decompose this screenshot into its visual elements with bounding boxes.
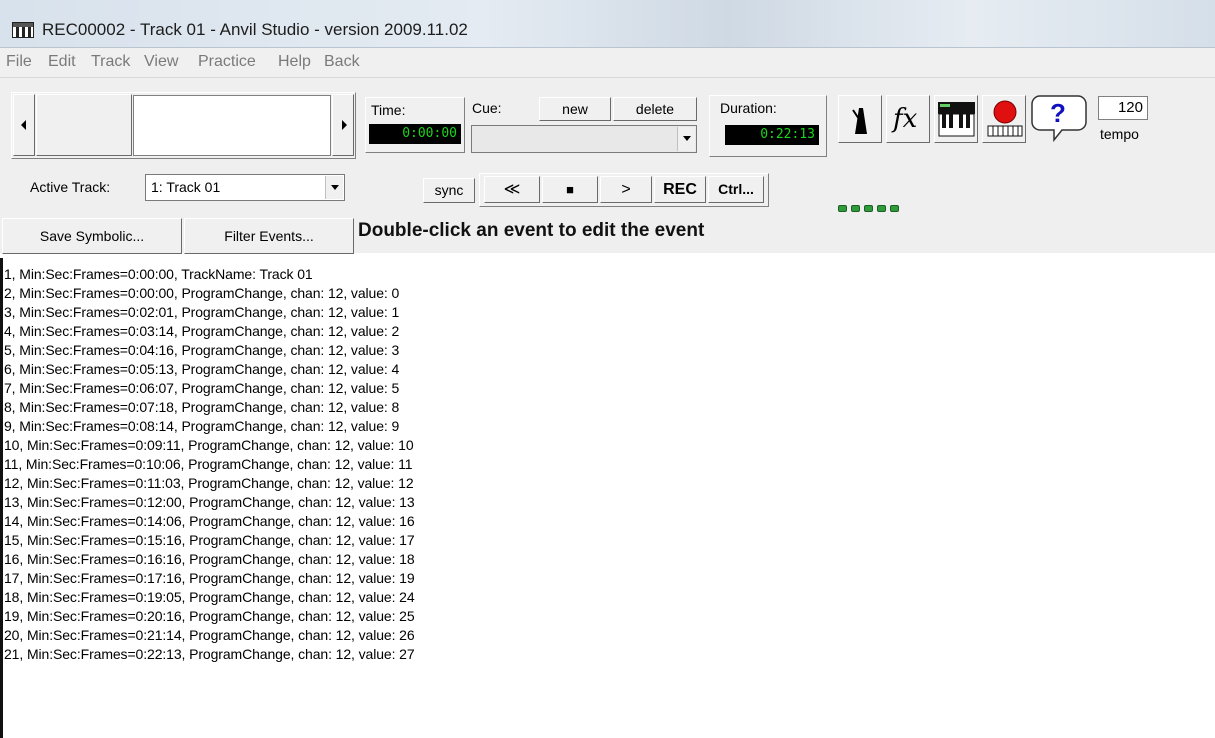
active-track-select[interactable]: 1: Track 01 — [145, 174, 345, 201]
piano-keys-icon[interactable] — [12, 22, 34, 38]
cue-label: Cue: — [472, 100, 502, 116]
title-bar: REC00002 - Track 01 - Anvil Studio - ver… — [0, 0, 1215, 48]
fx-button[interactable]: fx — [886, 95, 930, 143]
tempo-label: tempo — [1100, 126, 1139, 142]
active-track-label: Active Track: — [30, 179, 111, 195]
window-title: REC00002 - Track 01 - Anvil Studio - ver… — [42, 20, 468, 39]
event-row[interactable]: 5, Min:Sec:Frames=0:04:16, ProgramChange… — [4, 342, 399, 358]
menu-help[interactable]: Help — [278, 53, 311, 71]
menu-back[interactable]: Back — [324, 53, 360, 71]
menu-file[interactable]: File — [6, 53, 32, 71]
level-led — [864, 205, 873, 212]
scroll-right-button[interactable] — [332, 94, 354, 156]
edit-hint: Double-click an event to edit the event — [358, 220, 705, 241]
event-row[interactable]: 14, Min:Sec:Frames=0:14:06, ProgramChang… — [4, 513, 415, 529]
active-track-value: 1: Track 01 — [151, 179, 221, 195]
keyboard-icon — [938, 102, 975, 137]
event-row[interactable]: 20, Min:Sec:Frames=0:21:14, ProgramChang… — [4, 627, 415, 643]
event-row[interactable]: 7, Min:Sec:Frames=0:06:07, ProgramChange… — [4, 380, 399, 396]
level-led — [851, 205, 860, 212]
metronome-icon — [852, 108, 867, 134]
level-led — [890, 205, 899, 212]
active-track-dropdown-icon[interactable] — [325, 176, 343, 199]
save-symbolic-button[interactable]: Save Symbolic... — [2, 218, 182, 254]
help-button[interactable]: ? — [1030, 90, 1088, 146]
event-row[interactable]: 17, Min:Sec:Frames=0:17:16, ProgramChang… — [4, 570, 415, 586]
cue-delete-button[interactable]: delete — [613, 97, 697, 121]
event-row[interactable]: 1, Min:Sec:Frames=0:00:00, TrackName: Tr… — [4, 266, 313, 282]
event-row[interactable]: 18, Min:Sec:Frames=0:19:05, ProgramChang… — [4, 589, 415, 605]
record-keyboard-icon — [987, 100, 1023, 137]
menu-practice[interactable]: Practice — [198, 53, 256, 71]
event-row[interactable]: 3, Min:Sec:Frames=0:02:01, ProgramChange… — [4, 304, 399, 320]
keyboard-button[interactable] — [934, 95, 978, 143]
event-row[interactable]: 9, Min:Sec:Frames=0:08:14, ProgramChange… — [4, 418, 399, 434]
play-button[interactable]: > — [600, 176, 652, 203]
time-label: Time: — [371, 102, 406, 118]
metronome-button[interactable] — [838, 95, 882, 143]
tempo-input[interactable]: 120 — [1098, 96, 1148, 120]
cue-dropdown-icon[interactable] — [677, 127, 695, 151]
event-row[interactable]: 15, Min:Sec:Frames=0:15:16, ProgramChang… — [4, 532, 415, 548]
event-row[interactable]: 10, Min:Sec:Frames=0:09:11, ProgramChang… — [4, 437, 414, 453]
cue-new-button[interactable]: new — [539, 97, 611, 121]
event-list[interactable]: 1, Min:Sec:Frames=0:00:00, TrackName: Tr… — [0, 258, 1215, 738]
menu-bar: File Edit Track View Practice Help Back — [0, 48, 1215, 78]
time-panel: Time: 0:00:00 — [365, 97, 465, 153]
cue-select[interactable] — [471, 125, 697, 153]
event-row[interactable]: 8, Min:Sec:Frames=0:07:18, ProgramChange… — [4, 399, 399, 415]
menu-track[interactable]: Track — [91, 53, 130, 71]
event-row[interactable]: 4, Min:Sec:Frames=0:03:14, ProgramChange… — [4, 323, 399, 339]
filter-events-button[interactable]: Filter Events... — [184, 218, 354, 254]
scroll-thumb[interactable] — [36, 94, 132, 156]
time-display: 0:00:00 — [369, 124, 461, 144]
help-label: ? — [1050, 98, 1066, 128]
duration-panel: Duration: 0:22:13 — [709, 95, 827, 157]
sync-button[interactable]: sync — [423, 178, 475, 203]
rewind-button[interactable]: ≪ — [484, 176, 540, 203]
event-row[interactable]: 16, Min:Sec:Frames=0:16:16, ProgramChang… — [4, 551, 415, 567]
menu-edit[interactable]: Edit — [48, 53, 76, 71]
menu-view[interactable]: View — [144, 53, 178, 71]
stop-button[interactable]: ■ — [542, 176, 598, 203]
event-row[interactable]: 2, Min:Sec:Frames=0:00:00, ProgramChange… — [4, 285, 399, 301]
fx-label: fx — [893, 104, 918, 134]
record-button[interactable]: REC — [654, 176, 706, 203]
duration-display: 0:22:13 — [725, 125, 819, 145]
duration-label: Duration: — [720, 100, 777, 116]
record-keyboard-button[interactable] — [982, 95, 1026, 143]
level-led — [838, 205, 847, 212]
event-row[interactable]: 6, Min:Sec:Frames=0:05:13, ProgramChange… — [4, 361, 399, 377]
level-led — [877, 205, 886, 212]
event-row[interactable]: 11, Min:Sec:Frames=0:10:06, ProgramChang… — [4, 456, 413, 472]
scroll-track[interactable] — [133, 95, 331, 156]
scroll-left-button[interactable] — [13, 94, 35, 156]
event-row[interactable]: 19, Min:Sec:Frames=0:20:16, ProgramChang… — [4, 608, 415, 624]
position-scroller — [11, 92, 356, 159]
event-row[interactable]: 13, Min:Sec:Frames=0:12:00, ProgramChang… — [4, 494, 415, 510]
event-row[interactable]: 12, Min:Sec:Frames=0:11:03, ProgramChang… — [4, 475, 414, 491]
ctrl-button[interactable]: Ctrl... — [708, 176, 764, 203]
event-row[interactable]: 21, Min:Sec:Frames=0:22:13, ProgramChang… — [4, 646, 415, 662]
